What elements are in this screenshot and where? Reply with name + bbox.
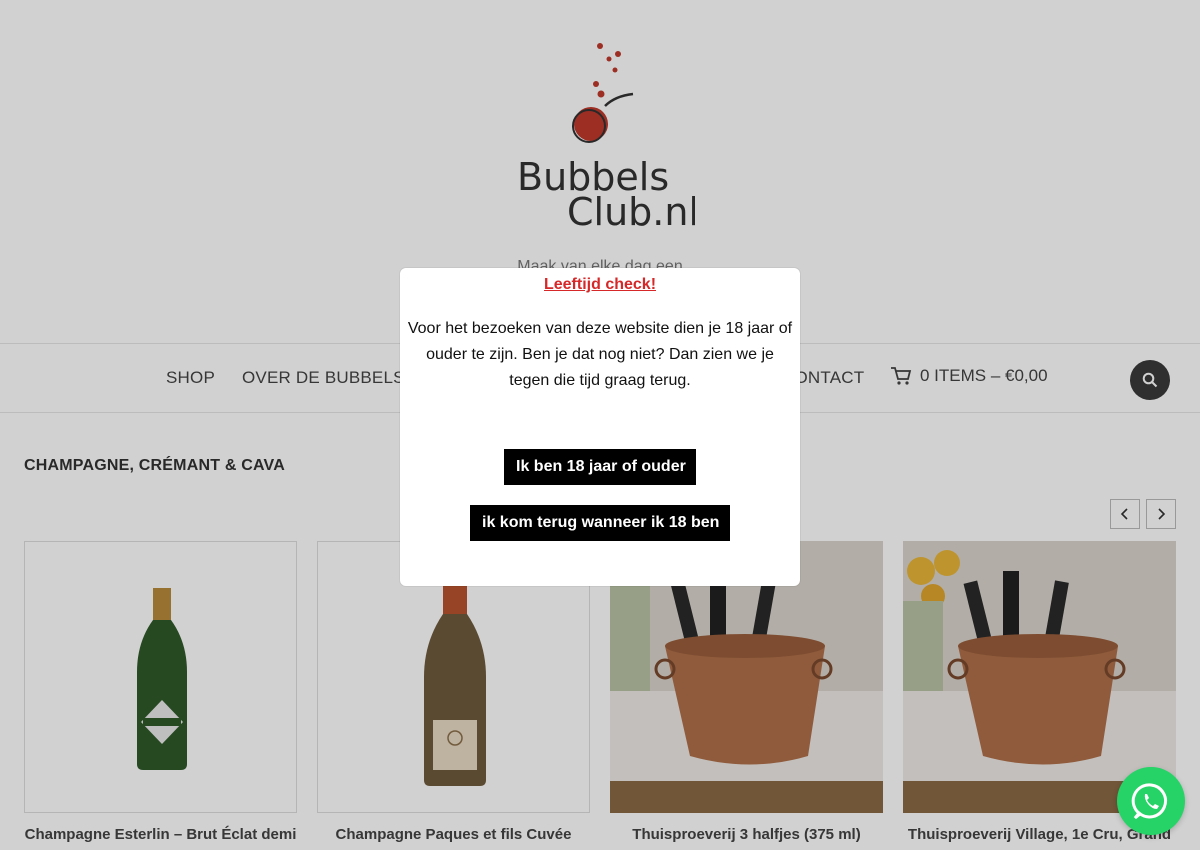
age-verification-dialog: Leeftijd check! Voor het bezoeken van de…: [400, 268, 800, 586]
whatsapp-icon: [1131, 783, 1167, 820]
modal-message: Voor het bezoeken van deze website dien …: [407, 320, 793, 389]
whatsapp-button[interactable]: [1117, 767, 1185, 835]
decline-age-button[interactable]: ik kom terug wanneer ik 18 ben: [470, 505, 730, 541]
modal-title: Leeftijd check!: [543, 276, 657, 293]
confirm-age-button[interactable]: Ik ben 18 jaar of ouder: [504, 449, 696, 485]
